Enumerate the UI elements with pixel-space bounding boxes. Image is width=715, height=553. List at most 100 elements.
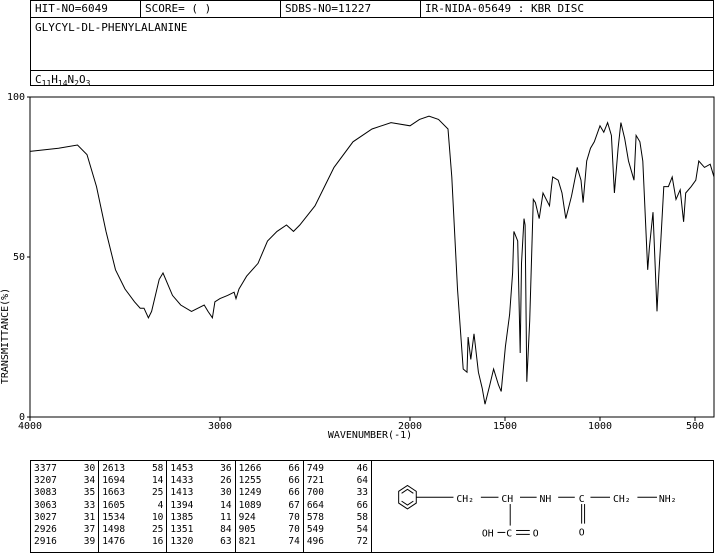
peak-transmittance: 26 xyxy=(220,475,232,487)
peak-wavenumber: 821 xyxy=(238,536,256,548)
peak-wavenumber: 1413 xyxy=(170,487,194,499)
peak-transmittance: 66 xyxy=(288,475,300,487)
chemical-structure: CH₂ CH NH C CH₂ NH₂ O C OH O xyxy=(372,460,714,553)
peak-column: 2613 58 1694 14 1663 25 1605 4 1534 10 1498 25 1476 1… xyxy=(99,461,168,552)
peak-transmittance: 58 xyxy=(151,463,164,474)
peak-column: 1266 66 1255 66 1249 66 1089 67 924 70 905 70 821 74 xyxy=(236,461,304,552)
peak-row: 749 46 xyxy=(307,463,368,475)
peak-wavenumber: 1453 xyxy=(170,463,194,474)
peak-wavenumber: 496 xyxy=(306,536,324,548)
peak-transmittance: 58 xyxy=(356,511,369,523)
peak-row: 1605 4 xyxy=(102,500,163,512)
peak-row: 821 74 xyxy=(239,536,300,548)
peak-transmittance: 25 xyxy=(151,487,164,499)
peak-row: 2916 39 xyxy=(34,536,95,548)
peak-wavenumber: 1433 xyxy=(170,475,194,487)
peak-row: 1255 66 xyxy=(239,475,300,487)
x-axis-label: WAVENUMBER(-1) xyxy=(328,430,412,441)
peak-wavenumber: 3207 xyxy=(34,475,57,487)
peak-row: 1694 14 xyxy=(102,475,163,487)
peak-transmittance: 14 xyxy=(220,499,232,511)
x-tick-label: 1000 xyxy=(588,421,612,432)
peak-transmittance: 64 xyxy=(356,475,369,487)
peak-transmittance: 39 xyxy=(83,536,96,548)
x-tick-label: 4000 xyxy=(18,421,42,432)
peak-transmittance: 63 xyxy=(220,536,232,548)
acid-o-label: O xyxy=(533,528,539,539)
acid-c-label: C xyxy=(506,528,512,539)
peak-wavenumber: 721 xyxy=(306,475,324,487)
benzene-bond-inner-2 xyxy=(401,500,414,506)
formula-row: C11H14N2O3 xyxy=(31,70,713,88)
peak-transmittance: 66 xyxy=(288,487,300,499)
peak-row: 578 58 xyxy=(307,512,368,524)
peak-wavenumber: 2916 xyxy=(34,536,57,548)
peak-row: 1394 14 xyxy=(170,500,231,512)
peak-wavenumber: 905 xyxy=(238,524,256,536)
peak-wavenumber: 3377 xyxy=(34,463,57,474)
peak-wavenumber: 1476 xyxy=(102,536,126,548)
peak-row: 1320 63 xyxy=(170,536,231,548)
peak-transmittance: 25 xyxy=(151,524,164,536)
compound-name: GLYCYL-DL-PHENYLALANINE xyxy=(35,21,188,34)
peak-transmittance: 74 xyxy=(288,536,300,548)
peak-transmittance: 67 xyxy=(288,499,300,511)
benzene-bond-inner xyxy=(401,488,414,494)
sdbs-number: SDBS-NO=11227 xyxy=(281,1,421,17)
peak-row: 2926 37 xyxy=(34,524,95,536)
x-tick-label: 3000 xyxy=(208,421,232,432)
peak-row: 924 70 xyxy=(239,512,300,524)
peak-row: 2613 58 xyxy=(102,463,163,475)
peak-wavenumber: 3027 xyxy=(34,511,57,523)
peak-wavenumber: 1534 xyxy=(102,511,126,523)
spectrum-header: HIT-NO=6049 SCORE= ( ) SDBS-NO=11227 IR-… xyxy=(30,0,714,88)
peak-column: 1453 36 1433 26 1413 30 1394 14 1385 11 1351 84 1320… xyxy=(167,461,236,552)
spectrum-line xyxy=(29,115,715,405)
peak-wavenumber: 1320 xyxy=(170,536,194,548)
peak-wavenumber: 3083 xyxy=(34,487,57,499)
ch-label: CH xyxy=(501,494,513,505)
peak-transmittance: 70 xyxy=(288,511,300,523)
x-tick-label: 1500 xyxy=(493,421,517,432)
peak-row: 1663 25 xyxy=(102,487,163,499)
peak-table: 3377 30 3207 34 3083 35 3063 33 3027 31 2926 37 2916… xyxy=(30,460,372,553)
nh2-label: NH₂ xyxy=(659,494,677,505)
peak-row: 905 70 xyxy=(239,524,300,536)
peak-wavenumber: 1255 xyxy=(238,475,262,487)
ir-info: IR-NIDA-05649 : KBR DISC xyxy=(425,2,584,15)
peak-wavenumber: 1385 xyxy=(170,511,194,523)
peak-wavenumber: 1266 xyxy=(238,463,262,474)
peak-transmittance: 72 xyxy=(356,536,369,548)
peak-wavenumber: 578 xyxy=(306,511,324,523)
peak-transmittance: 54 xyxy=(356,524,369,536)
oh-label: OH xyxy=(482,528,494,539)
peak-row: 1433 26 xyxy=(170,475,231,487)
peak-wavenumber: 1498 xyxy=(102,524,126,536)
peak-wavenumber: 3063 xyxy=(34,499,57,511)
peak-row: 1089 67 xyxy=(239,500,300,512)
peak-row: 1476 16 xyxy=(102,536,163,548)
peak-transmittance: 66 xyxy=(356,499,369,511)
peak-transmittance: 31 xyxy=(83,511,96,523)
peak-row: 3063 33 xyxy=(34,500,95,512)
y-tick-label: 100 xyxy=(7,92,25,103)
carbonyl-o-label: O xyxy=(579,527,585,538)
peak-wavenumber: 1089 xyxy=(238,499,262,511)
peak-row: 1498 25 xyxy=(102,524,163,536)
peak-wavenumber: 1394 xyxy=(170,499,194,511)
peak-row: 3377 30 xyxy=(34,463,95,475)
peak-row: 1249 66 xyxy=(239,487,300,499)
ch2-label: CH₂ xyxy=(456,494,474,505)
peak-row: 700 33 xyxy=(307,487,368,499)
nh-label: NH xyxy=(540,494,552,505)
peak-column: 749 46 721 64 700 33 664 66 578 58 549 54 496 72 xyxy=(304,461,371,552)
peak-transmittance: 4 xyxy=(157,499,164,511)
peak-transmittance: 66 xyxy=(288,463,300,474)
peak-transmittance: 16 xyxy=(151,536,164,548)
peak-transmittance: 35 xyxy=(83,487,96,499)
peak-wavenumber: 1249 xyxy=(238,487,262,499)
peak-wavenumber: 749 xyxy=(306,463,324,474)
peak-wavenumber: 1351 xyxy=(170,524,194,536)
peak-transmittance: 30 xyxy=(220,487,232,499)
peak-wavenumber: 1605 xyxy=(102,499,126,511)
